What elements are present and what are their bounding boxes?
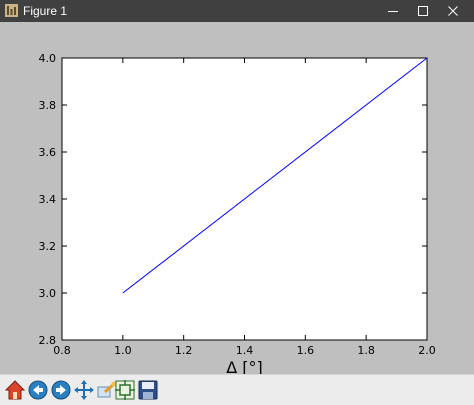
line-chart[interactable]: 0.8 1.0 1.2 1.4 1.6 1.8 2.02.83.03.23.43.63.84… <box>0 22 474 374</box>
navigation-toolbar <box>0 374 474 405</box>
y-tick-label: 3.2 <box>39 240 57 253</box>
figure-canvas[interactable]: 0.8 1.0 1.2 1.4 1.6 1.8 2.0 2.8 3.0 3.2 3.4 3.6 3.8 4… <box>0 22 474 374</box>
home-button[interactable] <box>4 379 26 401</box>
minimize-icon <box>388 11 398 12</box>
close-button[interactable] <box>438 0 468 22</box>
y-tick-label: 3.8 <box>39 99 57 112</box>
subplots-icon <box>115 380 135 400</box>
close-icon <box>448 6 458 16</box>
home-icon <box>4 380 26 400</box>
y-tick-label: 3.0 <box>39 287 57 300</box>
forward-arrow-icon <box>51 380 71 400</box>
maximize-icon <box>418 6 428 16</box>
y-tick-label: 3.6 <box>39 146 57 159</box>
configure-subplots-button[interactable] <box>114 379 136 401</box>
forward-button[interactable] <box>50 379 72 401</box>
minimize-button[interactable] <box>378 0 408 22</box>
x-tick-label: 2.0 <box>418 344 436 357</box>
window-title: Figure 1 <box>23 4 68 18</box>
x-tick-label: 1.0 <box>114 344 132 357</box>
save-disk-icon <box>138 380 158 400</box>
x-tick-label: 1.8 <box>357 344 375 357</box>
back-arrow-icon <box>28 380 48 400</box>
back-button[interactable] <box>27 379 49 401</box>
x-tick-label: 1.6 <box>297 344 315 357</box>
x-axis-label: Δ [°] <box>226 358 263 374</box>
x-tick-label: 1.2 <box>175 344 193 357</box>
save-button[interactable] <box>137 379 159 401</box>
app-icon <box>5 4 18 17</box>
y-tick-label: 2.8 <box>39 334 57 347</box>
window-titlebar: Figure 1 <box>0 0 474 22</box>
maximize-button[interactable] <box>408 0 438 22</box>
x-tick-label: 1.4 <box>236 344 254 357</box>
pan-button[interactable] <box>73 379 95 401</box>
pan-arrows-icon <box>74 380 94 400</box>
y-tick-label: 3.4 <box>39 193 57 206</box>
y-tick-label: 4.0 <box>39 52 57 65</box>
